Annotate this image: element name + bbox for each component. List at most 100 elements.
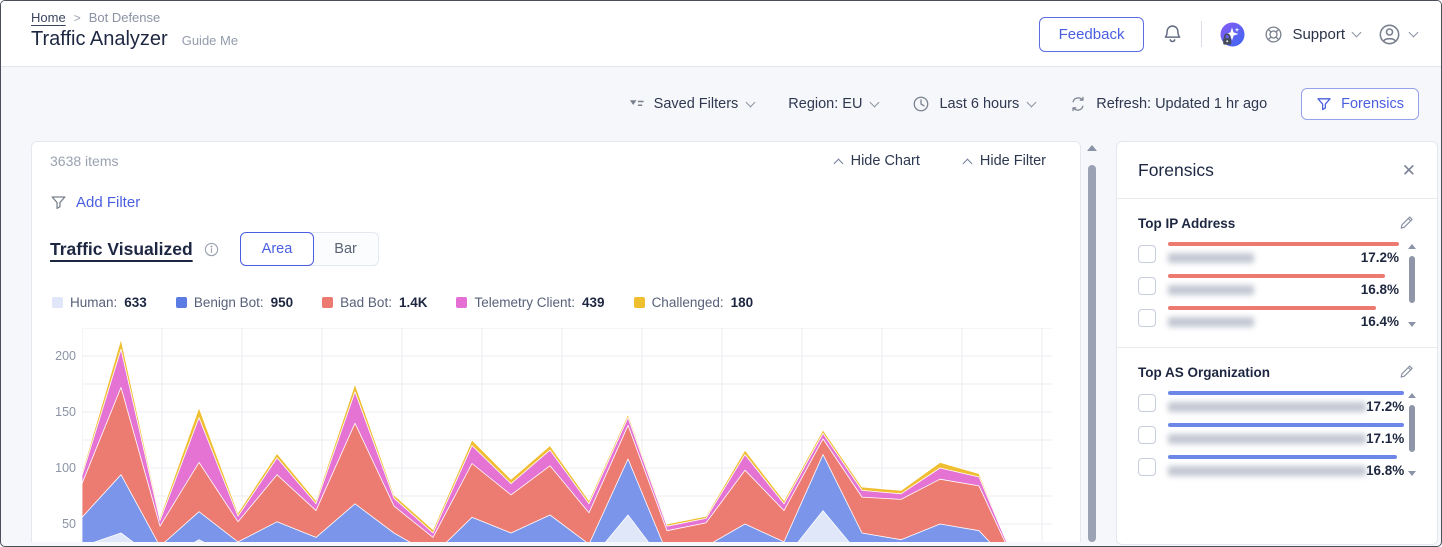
stacked-area-chart[interactable]	[82, 328, 1072, 542]
user-avatar-icon	[1377, 22, 1402, 47]
chevron-up-icon	[833, 158, 843, 168]
forensics-section-title: Top AS Organization	[1138, 365, 1270, 380]
hide-filter-button[interactable]: Hide Filter	[964, 153, 1046, 169]
chevron-up-icon	[962, 158, 972, 168]
support-lifering-icon	[1263, 24, 1284, 45]
row-checkbox[interactable]	[1138, 277, 1156, 295]
info-icon[interactable]	[203, 241, 220, 258]
forensics-toggle-button[interactable]: Forensics	[1301, 88, 1419, 120]
user-account-menu[interactable]	[1377, 22, 1417, 47]
scrollbar-thumb[interactable]	[1088, 165, 1096, 542]
header: Home > Bot Defense Traffic Analyzer Guid…	[1, 1, 1441, 67]
y-axis-tick: 100	[32, 461, 76, 475]
list-scrollbar[interactable]	[1407, 244, 1417, 329]
redacted-label	[1168, 285, 1254, 295]
forensics-panel: Forensics ✕ Top IP Address 17.2%	[1116, 141, 1438, 545]
legend-swatch	[176, 297, 187, 308]
toggle-area-option[interactable]: Area	[240, 232, 315, 266]
edit-pencil-icon[interactable]	[1398, 212, 1417, 231]
app-window: Home > Bot Defense Traffic Analyzer Guid…	[0, 0, 1442, 547]
add-filter-label: Add Filter	[76, 194, 140, 211]
y-axis-tick: 150	[32, 405, 76, 419]
legend-label: Benign Bot:	[194, 295, 264, 310]
feedback-button[interactable]: Feedback	[1039, 17, 1145, 52]
refresh-button[interactable]: Refresh: Updated 1 hr ago	[1069, 95, 1267, 113]
breadcrumb-section: Bot Defense	[89, 10, 161, 25]
page-scrollbar[interactable]	[1087, 145, 1097, 542]
forensics-row: 16.8%	[1138, 274, 1399, 297]
legend-value: 633	[124, 295, 147, 310]
edit-pencil-icon[interactable]	[1398, 361, 1417, 380]
value-bar	[1168, 242, 1399, 246]
legend-label: Challenged:	[652, 295, 724, 310]
legend-label: Human:	[70, 295, 117, 310]
row-checkbox[interactable]	[1138, 426, 1156, 444]
redacted-label	[1168, 317, 1254, 327]
refresh-icon	[1069, 95, 1087, 113]
forensics-section: Top IP Address 17.2% 16.8%	[1117, 199, 1437, 347]
scroll-down-arrow[interactable]	[1408, 471, 1416, 476]
hide-chart-label: Hide Chart	[851, 153, 920, 169]
forensics-section: Top AS Organization 17.2% 17.1%	[1117, 347, 1437, 496]
percentage-value: 17.2%	[1366, 399, 1404, 414]
legend-swatch	[322, 297, 333, 308]
legend-item: Challenged: 180	[634, 295, 754, 310]
scroll-up-arrow[interactable]	[1087, 145, 1097, 151]
support-menu[interactable]: Support	[1263, 24, 1360, 45]
region-label: Region: EU	[788, 96, 862, 112]
filter-bar: Saved Filters Region: EU Last 6 hours Re…	[628, 85, 1419, 123]
row-checkbox[interactable]	[1138, 309, 1156, 327]
chart-legend: Human: 633 Benign Bot: 950 Bad Bot: 1.4K…	[52, 295, 753, 310]
scroll-up-arrow[interactable]	[1408, 393, 1416, 398]
header-right: Feedback	[1039, 1, 1417, 67]
forensics-button-label: Forensics	[1341, 96, 1404, 112]
breadcrumb: Home > Bot Defense	[31, 10, 238, 25]
toggle-bar-option[interactable]: Bar	[313, 233, 378, 265]
legend-label: Telemetry Client:	[474, 295, 575, 310]
legend-item: Benign Bot: 950	[176, 295, 293, 310]
legend-swatch	[52, 297, 63, 308]
time-range-dropdown[interactable]: Last 6 hours	[912, 95, 1035, 113]
scroll-down-arrow[interactable]	[1408, 322, 1416, 327]
y-axis-tick: 50	[32, 517, 76, 531]
hide-filter-label: Hide Filter	[980, 153, 1046, 169]
close-icon[interactable]: ✕	[1402, 162, 1416, 179]
ai-assistant-icon[interactable]	[1219, 21, 1246, 48]
page-title: Traffic Analyzer	[31, 28, 168, 51]
support-label: Support	[1292, 26, 1345, 43]
hide-chart-button[interactable]: Hide Chart	[835, 153, 920, 169]
y-axis-tick: 200	[32, 349, 76, 363]
region-dropdown[interactable]: Region: EU	[788, 96, 878, 112]
value-bar	[1168, 455, 1397, 459]
chevron-down-icon	[870, 97, 880, 107]
list-scrollbar[interactable]	[1407, 393, 1417, 478]
items-count: 3638 items	[50, 153, 118, 169]
scrollbar-thumb[interactable]	[1409, 405, 1415, 452]
percentage-value: 16.4%	[1361, 314, 1399, 329]
saved-filters-label: Saved Filters	[654, 96, 739, 112]
breadcrumb-home-link[interactable]: Home	[31, 10, 66, 25]
redacted-label	[1168, 402, 1366, 412]
saved-filters-dropdown[interactable]: Saved Filters	[628, 96, 755, 113]
legend-swatch	[634, 297, 645, 308]
forensics-row: 17.1%	[1138, 423, 1399, 446]
add-filter-button[interactable]: Add Filter	[50, 194, 140, 211]
chevron-down-icon	[1027, 97, 1037, 107]
header-left: Home > Bot Defense Traffic Analyzer Guid…	[31, 10, 238, 51]
legend-item: Telemetry Client: 439	[456, 295, 604, 310]
guide-me-link[interactable]: Guide Me	[182, 33, 238, 48]
scroll-up-arrow[interactable]	[1408, 244, 1416, 249]
notifications-bell-icon[interactable]	[1161, 23, 1184, 46]
chart-title: Traffic Visualized	[50, 239, 193, 260]
scrollbar-thumb[interactable]	[1409, 256, 1415, 303]
row-checkbox[interactable]	[1138, 394, 1156, 412]
redacted-label	[1168, 434, 1366, 444]
forensics-row: 16.8%	[1138, 455, 1399, 478]
row-checkbox[interactable]	[1138, 245, 1156, 263]
forensics-row: 17.2%	[1138, 391, 1399, 414]
legend-value: 439	[582, 295, 605, 310]
forensics-title: Forensics	[1138, 160, 1214, 181]
legend-label: Bad Bot:	[340, 295, 392, 310]
row-checkbox[interactable]	[1138, 458, 1156, 476]
funnel-icon	[50, 194, 67, 211]
